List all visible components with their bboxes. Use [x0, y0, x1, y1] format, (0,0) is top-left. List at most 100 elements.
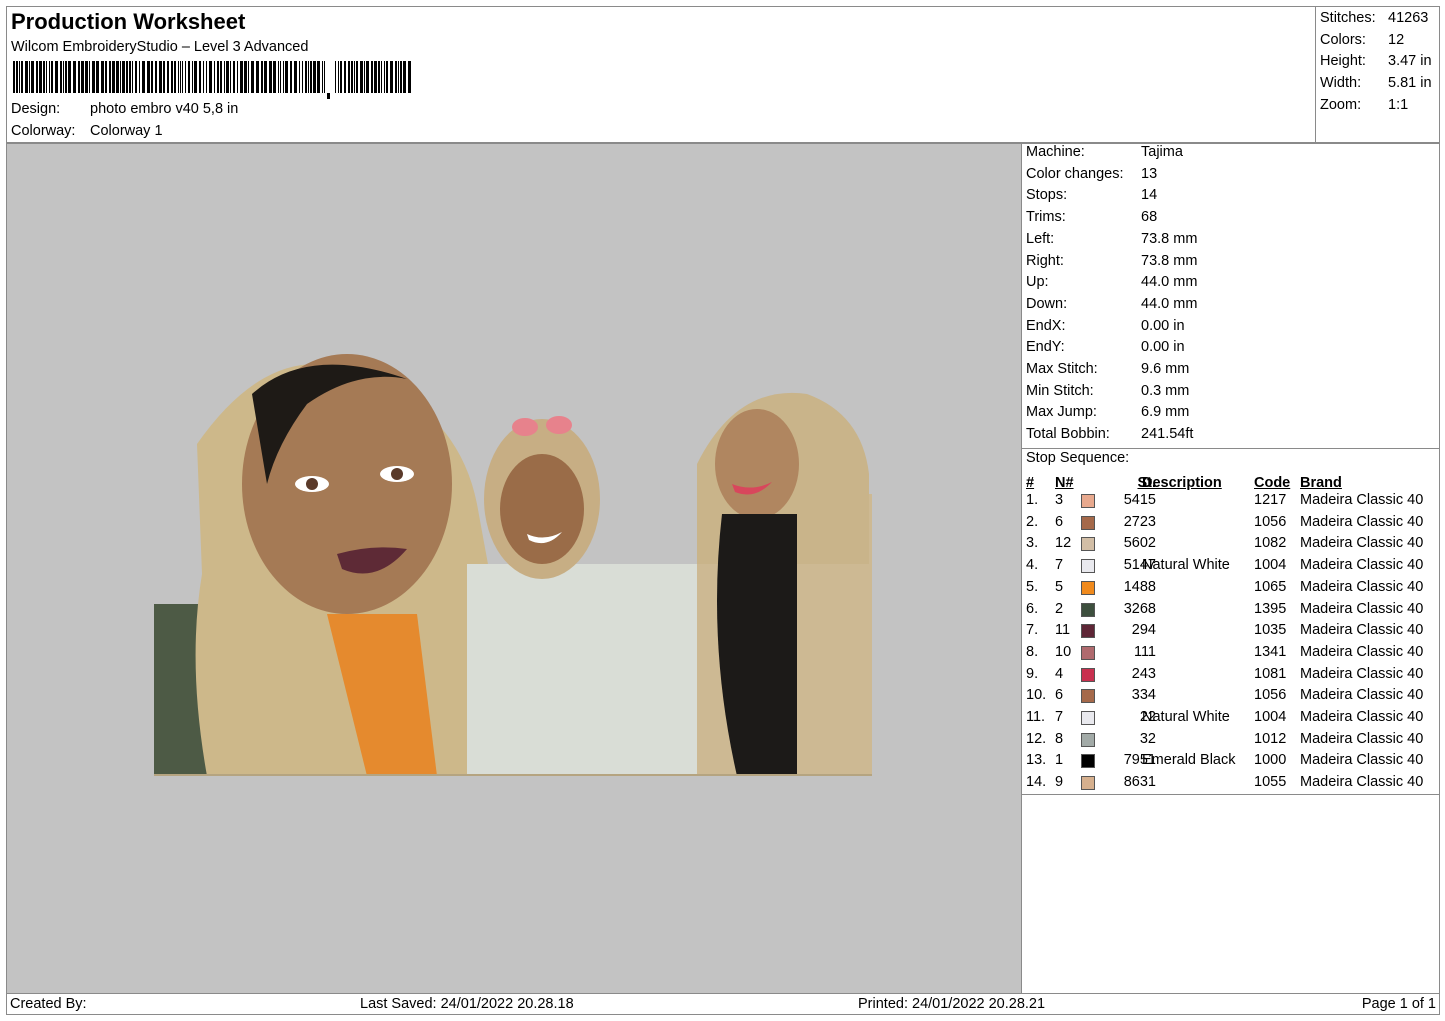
machine-info-label: Color changes: [1026, 165, 1124, 182]
colorway-row: Colorway: Colorway 1 [11, 123, 163, 139]
machine-info-value: 6.9 mm [1141, 404, 1190, 421]
row-number: 10. [1026, 687, 1047, 704]
table-row: 12. 8 32 1012 Madeira Classic 40 [1022, 729, 1439, 751]
thread-description: Emerald Black [1142, 752, 1236, 769]
machine-info-value: 68 [1141, 209, 1158, 226]
machine-info-value: 14 [1141, 187, 1158, 204]
thread-description: Natural White [1142, 557, 1230, 574]
machine-info-label: Total Bobbin: [1026, 426, 1110, 443]
color-swatch [1081, 580, 1095, 595]
thread-brand: Madeira Classic 40 [1300, 774, 1424, 791]
design-preview [6, 143, 1022, 994]
thread-code: 1000 [1254, 752, 1287, 769]
machine-info-label: EndX: [1026, 317, 1066, 334]
stitch-count: 5602 [1123, 535, 1156, 552]
summary-value: 41263 [1388, 10, 1429, 26]
middle-face [500, 454, 584, 564]
table-row: 1. 3 5415 1217 Madeira Classic 40 [1022, 490, 1439, 512]
last-saved: Last Saved: 24/01/2022 20.28.18 [360, 996, 574, 1012]
needle-number: 9 [1055, 774, 1064, 791]
machine-info-value: 73.8 mm [1141, 230, 1198, 247]
machine-info-label: Trims: [1026, 209, 1066, 226]
stitch-count: 8631 [1123, 774, 1156, 791]
thread-code: 1004 [1254, 709, 1287, 725]
thread-code: 1081 [1254, 665, 1287, 682]
row-number: 12. [1026, 730, 1047, 747]
summary-panel: Stitches: 41263 Colors: 12 Height: 3.47 in Wid… [1315, 7, 1441, 142]
design-label: Design: [11, 101, 61, 117]
thread-code: 1217 [1254, 492, 1287, 508]
stitch-count: 243 [1131, 665, 1156, 682]
color-swatch [1081, 537, 1095, 552]
table-row: 3. 12 5602 1082 Madeira Classic 40 [1022, 533, 1439, 555]
thread-brand: Madeira Classic 40 [1300, 709, 1424, 725]
thread-code: 1065 [1254, 578, 1287, 595]
thread-code: 1012 [1254, 730, 1287, 747]
table-row: 13. 1 7951 Emerald Black 1000 Madeira Classic… [1022, 750, 1439, 772]
needle-number: 2 [1055, 600, 1064, 617]
machine-info-label: Right: [1026, 252, 1064, 269]
design-value: photo embro v40 5,8 in [90, 101, 239, 117]
table-row: 5. 5 1488 1065 Madeira Classic 40 [1022, 577, 1439, 599]
left-pupil-r [391, 468, 403, 480]
table-row: 9. 4 243 1081 Madeira Classic 40 [1022, 664, 1439, 686]
needle-number: 4 [1055, 665, 1064, 682]
thread-brand: Madeira Classic 40 [1300, 513, 1424, 530]
software-subtitle: Wilcom EmbroideryStudio – Level 3 Advanc… [11, 39, 309, 55]
stitch-count: 32 [1139, 730, 1156, 747]
row-number: 11. [1026, 709, 1046, 725]
table-row: 6. 2 3268 1395 Madeira Classic 40 [1022, 599, 1439, 621]
thread-brand: Madeira Classic 40 [1300, 665, 1424, 682]
table-row: 4. 7 5147 Natural White 1004 Madeira Classic … [1022, 555, 1439, 577]
stop-sequence-label: Stop Sequence: [1026, 450, 1130, 466]
machine-info-value: 0.00 in [1141, 339, 1185, 356]
table-row: 11. 7 22 Natural White 1004 Madeira Classic 4… [1022, 707, 1439, 729]
row-number: 7. [1026, 622, 1039, 639]
thread-code: 1341 [1254, 643, 1287, 660]
design-row: Design: photo embro v40 5,8 in [11, 101, 238, 117]
thread-brand: Madeira Classic 40 [1300, 492, 1424, 508]
row-number: 2. [1026, 513, 1039, 530]
left-pupil-l [306, 478, 318, 490]
thread-code: 1056 [1254, 513, 1287, 530]
table-end-separator [1022, 794, 1439, 795]
summary-label: Zoom: [1320, 96, 1362, 113]
middle-sweater [467, 564, 697, 776]
thread-code: 1035 [1254, 622, 1287, 639]
thread-description: Natural White [1142, 709, 1230, 725]
stitch-count: 1488 [1123, 578, 1156, 595]
needle-number: 1 [1055, 752, 1064, 769]
created-by: Created By: [10, 996, 87, 1012]
header-left: Production Worksheet Wilcom EmbroiderySt… [7, 7, 1315, 142]
row-number: 14. [1026, 774, 1047, 791]
worksheet-footer: Created By: Last Saved: 24/01/2022 20.28… [6, 993, 1440, 1015]
machine-info-label: Max Stitch: [1026, 361, 1098, 377]
barcode-image [13, 61, 411, 99]
machine-info-value: 0.00 in [1141, 317, 1185, 334]
thread-code: 1082 [1254, 535, 1287, 552]
thread-code: 1055 [1254, 774, 1287, 791]
page-number: Page 1 of 1 [1361, 996, 1436, 1012]
thread-brand: Madeira Classic 40 [1300, 622, 1424, 639]
machine-info-value: Tajima [1141, 144, 1183, 160]
summary-value: 5.81 in [1388, 75, 1432, 92]
needle-number: 12 [1055, 535, 1072, 552]
embroidery-preview-image [154, 354, 872, 776]
machine-info-label: Stops: [1026, 187, 1068, 204]
color-swatch [1081, 732, 1095, 747]
needle-number: 6 [1055, 687, 1064, 704]
color-swatch [1081, 711, 1095, 725]
row-number: 5. [1026, 578, 1039, 595]
needle-number: 6 [1055, 513, 1064, 530]
color-swatch [1081, 689, 1095, 704]
middle-sunglass-l [512, 418, 538, 436]
needle-number: 10 [1055, 643, 1072, 660]
summary-value: 12 [1388, 31, 1405, 48]
stitch-count: 5415 [1123, 492, 1156, 508]
stitch-count: 334 [1131, 687, 1156, 704]
machine-info-value: 44.0 mm [1141, 274, 1198, 291]
needle-number: 3 [1055, 492, 1064, 508]
summary-label: Stitches: [1320, 10, 1376, 26]
machine-info-label: Machine: [1026, 144, 1085, 160]
colorway-label: Colorway: [11, 123, 76, 139]
